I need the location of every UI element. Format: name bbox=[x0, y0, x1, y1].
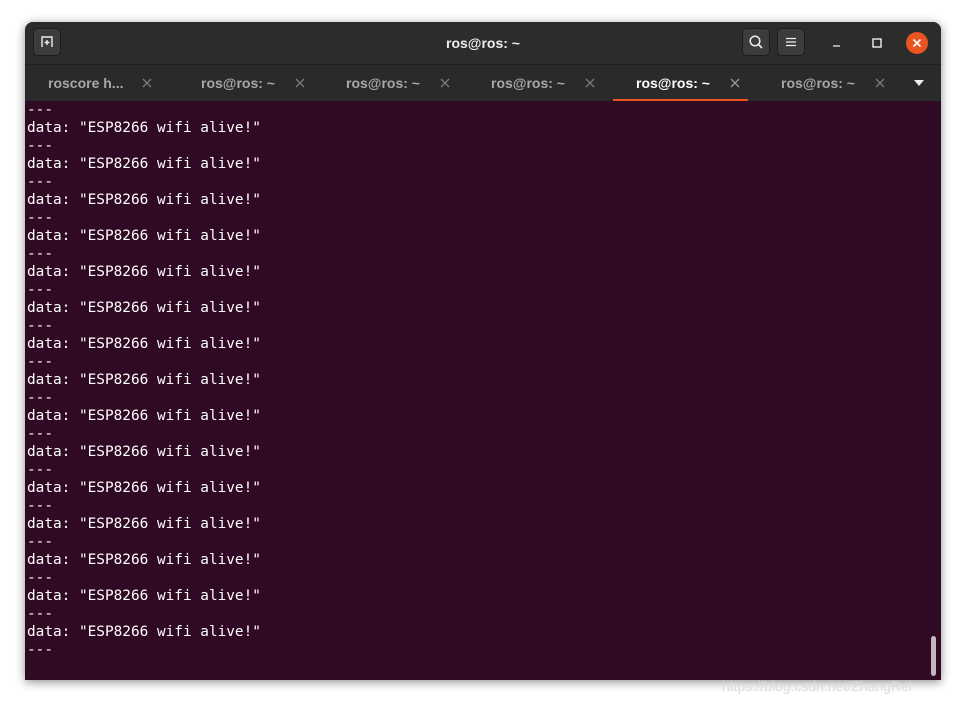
terminal-line: --- bbox=[27, 498, 53, 514]
terminal-line: data: "ESP8266 wifi alive!" bbox=[27, 192, 261, 208]
terminal-window: ros@ros: ~ roscore h... ros@ros: ~ ros@r… bbox=[25, 22, 941, 680]
search-icon bbox=[749, 35, 763, 49]
terminal-line: data: "ESP8266 wifi alive!" bbox=[27, 156, 261, 172]
tab-close-icon[interactable] bbox=[729, 77, 741, 89]
terminal-line: data: "ESP8266 wifi alive!" bbox=[27, 480, 261, 496]
tab-roscore[interactable]: roscore h... bbox=[25, 65, 170, 102]
terminal-line: data: "ESP8266 wifi alive!" bbox=[27, 588, 261, 604]
terminal-line: --- bbox=[27, 426, 53, 442]
terminal-line: --- bbox=[27, 138, 53, 154]
terminal-line: data: "ESP8266 wifi alive!" bbox=[27, 372, 261, 388]
terminal-line: data: "ESP8266 wifi alive!" bbox=[27, 300, 261, 316]
terminal-line: data: "ESP8266 wifi alive!" bbox=[27, 336, 261, 352]
terminal-line: data: "ESP8266 wifi alive!" bbox=[27, 408, 261, 424]
terminal-line: --- bbox=[27, 246, 53, 262]
scrollbar[interactable] bbox=[931, 636, 936, 676]
terminal-line: --- bbox=[27, 354, 53, 370]
terminal-line: --- bbox=[27, 282, 53, 298]
terminal-output[interactable]: --- data: "ESP8266 wifi alive!" --- data: "… bbox=[25, 101, 941, 680]
maximize-button[interactable] bbox=[865, 31, 889, 55]
tab-ros-5-active[interactable]: ros@ros: ~ bbox=[613, 65, 758, 102]
tab-bar: roscore h... ros@ros: ~ ros@ros: ~ ros@r… bbox=[25, 64, 941, 102]
terminal-line: --- bbox=[27, 606, 53, 622]
tab-ros-4[interactable]: ros@ros: ~ bbox=[468, 65, 613, 102]
terminal-line: --- bbox=[27, 642, 53, 658]
search-button[interactable] bbox=[742, 28, 770, 56]
tab-label: ros@ros: ~ bbox=[201, 75, 275, 91]
terminal-line: --- bbox=[27, 570, 53, 586]
terminal-line: data: "ESP8266 wifi alive!" bbox=[27, 624, 261, 640]
close-window-button[interactable] bbox=[906, 32, 928, 54]
tab-label: ros@ros: ~ bbox=[636, 75, 710, 91]
terminal-line: --- bbox=[27, 102, 53, 118]
terminal-line: --- bbox=[27, 534, 53, 550]
terminal-line: data: "ESP8266 wifi alive!" bbox=[27, 516, 261, 532]
tab-close-icon[interactable] bbox=[584, 77, 596, 89]
minimize-icon bbox=[833, 45, 840, 47]
chevron-down-icon bbox=[914, 80, 924, 86]
terminal-line: --- bbox=[27, 318, 53, 334]
terminal-line: data: "ESP8266 wifi alive!" bbox=[27, 264, 261, 280]
terminal-line: --- bbox=[27, 390, 53, 406]
close-icon bbox=[912, 38, 922, 48]
tab-label: roscore h... bbox=[48, 75, 124, 91]
terminal-line: data: "ESP8266 wifi alive!" bbox=[27, 228, 261, 244]
tab-list-button[interactable] bbox=[911, 77, 927, 89]
watermark: https://blog.csdn.net/ZhangRel bbox=[722, 678, 912, 694]
header-bar: ros@ros: ~ bbox=[25, 22, 941, 64]
terminal-line: --- bbox=[27, 462, 53, 478]
tab-close-icon[interactable] bbox=[439, 77, 451, 89]
hamburger-menu-icon bbox=[786, 37, 796, 47]
minimize-button[interactable] bbox=[825, 31, 849, 55]
tab-label: ros@ros: ~ bbox=[491, 75, 565, 91]
terminal-text: --- data: "ESP8266 wifi alive!" --- data: "… bbox=[27, 101, 261, 659]
tab-ros-3[interactable]: ros@ros: ~ bbox=[323, 65, 468, 102]
terminal-line: data: "ESP8266 wifi alive!" bbox=[27, 552, 261, 568]
tab-label: ros@ros: ~ bbox=[781, 75, 855, 91]
tab-label: ros@ros: ~ bbox=[346, 75, 420, 91]
terminal-line: --- bbox=[27, 210, 53, 226]
tab-ros-2[interactable]: ros@ros: ~ bbox=[178, 65, 323, 102]
tab-close-icon[interactable] bbox=[294, 77, 306, 89]
terminal-line: data: "ESP8266 wifi alive!" bbox=[27, 444, 261, 460]
tab-ros-6[interactable]: ros@ros: ~ bbox=[758, 65, 903, 102]
terminal-line: data: "ESP8266 wifi alive!" bbox=[27, 120, 261, 136]
tab-close-icon[interactable] bbox=[141, 77, 153, 89]
menu-button[interactable] bbox=[777, 28, 805, 56]
tab-close-icon[interactable] bbox=[874, 77, 886, 89]
maximize-icon bbox=[872, 38, 882, 48]
terminal-line: --- bbox=[27, 174, 53, 190]
